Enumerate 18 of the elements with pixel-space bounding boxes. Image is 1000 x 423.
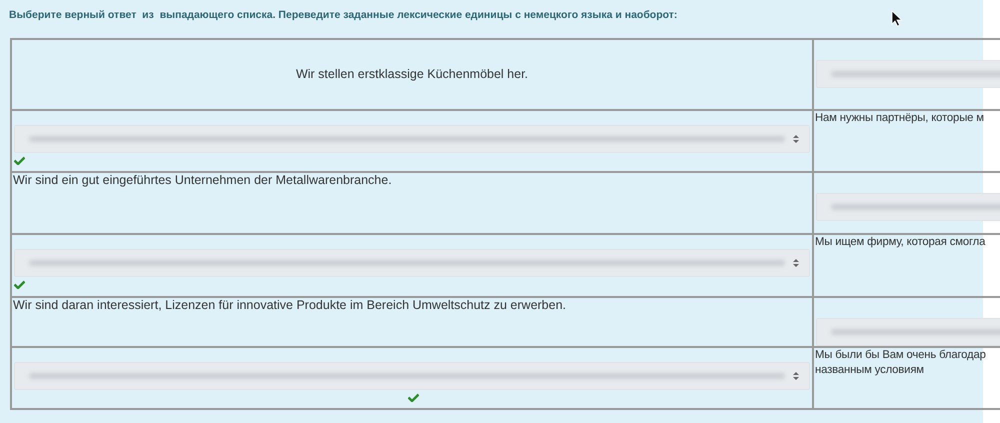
- sentence-text: Wir sind daran interessiert, Lizenzen für innovative Produkte im Bereich Umweltschutz zu erwerben.: [12, 298, 568, 313]
- sentence-text: Нам нужны партнёры, которые м: [814, 111, 985, 126]
- answer-dropdown[interactable]: [14, 249, 810, 277]
- sentence-text: названным условиям: [814, 363, 925, 378]
- answer-dropdown[interactable]: [14, 125, 810, 153]
- answer-dropdown[interactable]: [14, 362, 810, 390]
- cursor-icon: [891, 10, 903, 27]
- instruction-text: Выберите верный ответ из выпадающего списка. Переведите заданные лексические единицы с немецкого языка и наоборот:: [8, 8, 678, 23]
- sentence-text: Мы были бы Вам очень благодар: [814, 348, 987, 363]
- sentence-text: Wir stellen erstklassige Küchenmöbel her.: [296, 67, 528, 82]
- answer-dropdown[interactable]: [816, 60, 1000, 88]
- caret-icon: [793, 258, 799, 268]
- caret-icon: [793, 371, 799, 381]
- sentence-text: Мы ищем фирму, которая смогла: [814, 235, 986, 250]
- answer-dropdown[interactable]: [816, 193, 1000, 221]
- answer-dropdown[interactable]: [816, 318, 1000, 346]
- sentence-text: Wir sind ein gut eingeführtes Unternehmen der Metallwarenbranche.: [12, 173, 393, 188]
- caret-icon: [793, 134, 799, 144]
